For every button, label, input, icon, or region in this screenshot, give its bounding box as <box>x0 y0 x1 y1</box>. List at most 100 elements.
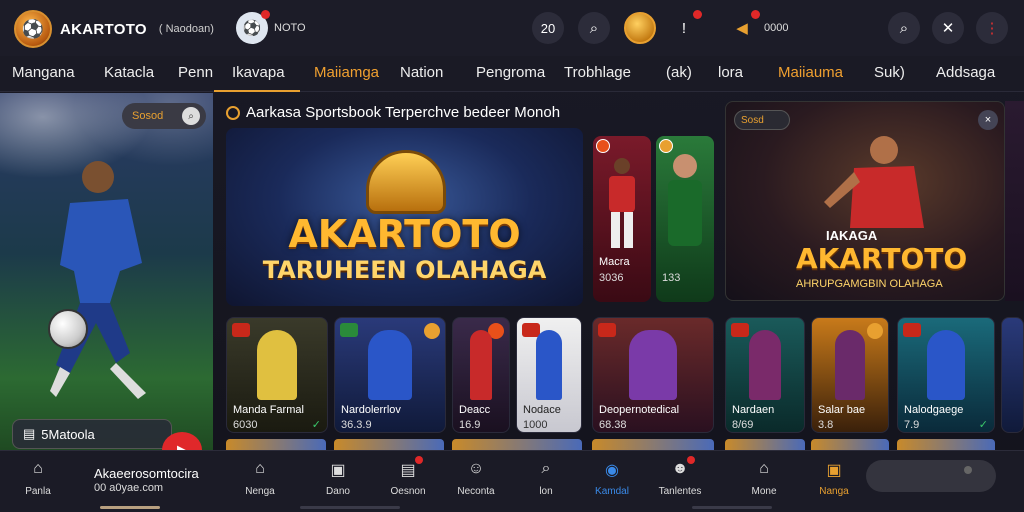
card-badge-icon <box>903 323 921 337</box>
arrow-icon: ◀ <box>726 10 760 44</box>
game-name: Nodace <box>523 404 561 416</box>
game-number: 6030 <box>233 419 258 431</box>
topbar-coin[interactable] <box>624 12 656 44</box>
player-illustration <box>834 330 866 400</box>
nav-item[interactable]: Mangana <box>12 64 75 81</box>
game-card[interactable]: Nodace 1000 <box>516 317 582 433</box>
game-card-partial[interactable] <box>1001 317 1024 433</box>
banner-tag[interactable]: Sosd <box>734 110 790 130</box>
game-card[interactable]: Deacc 16.9 <box>452 317 510 433</box>
game-card[interactable]: Nalodgaege 7.9 ✓ <box>897 317 995 433</box>
home-indicator <box>100 506 160 509</box>
matoola-label: 5Matoola <box>41 426 95 442</box>
player-illustration <box>536 330 562 400</box>
notification-dot <box>261 10 270 19</box>
topbar-balance[interactable]: ◀ 0000 <box>726 10 788 44</box>
topbar-search-2[interactable]: ⌕ <box>888 12 920 44</box>
topbar-count[interactable]: 20 <box>532 12 564 44</box>
nav-item[interactable]: Ikavapa <box>232 64 285 81</box>
game-card[interactable]: Nardaen 8/69 <box>725 317 805 433</box>
nav-item[interactable]: Katacla <box>104 64 154 81</box>
game-card[interactable]: Salar bae 3.8 <box>811 317 889 433</box>
shield-emblem-icon <box>366 150 446 214</box>
matoola-button[interactable]: ▤ 5Matoola <box>12 419 172 449</box>
top-bar: ⚽ AKARTOTO ( Naodoan) ⚽ NOTO 20 ⌕ ! ◀ 00… <box>0 0 1024 56</box>
game-number: 7.9 <box>904 419 920 431</box>
promo-line-2: 00 a0yae.com <box>94 482 164 494</box>
brand[interactable]: ⚽ AKARTOTO ( Naodoan) <box>14 10 214 48</box>
featured-card[interactable]: Macra 3036 <box>593 136 651 302</box>
nav-item[interactable]: Suk) <box>874 64 905 81</box>
nav-item-active[interactable]: Maiiamga <box>314 64 379 81</box>
bottom-nav-item-home[interactable]: ⌂ Panla <box>8 460 68 497</box>
bottom-nav-label: Panla <box>25 486 51 497</box>
nav-item[interactable]: Pengroma <box>476 64 545 81</box>
brand-name: AKARTOTO <box>60 20 147 38</box>
bottom-nav-item[interactable]: ⌂ Nenga <box>230 460 290 497</box>
card-badge-icon <box>232 323 250 337</box>
more-vertical-icon: ⋮ <box>976 12 1008 44</box>
gift-icon: ▣ <box>826 462 842 479</box>
banner-tag-label: Sosd <box>741 114 764 126</box>
topbar-close[interactable]: ✕ <box>932 12 964 44</box>
game-name: Nardaen <box>732 404 775 416</box>
player-illustration <box>50 161 146 399</box>
bottom-nav-item[interactable]: ▣ Nanga <box>804 460 864 497</box>
bottom-nav-label: Kamdal <box>595 486 629 497</box>
check-icon: ✓ <box>978 419 988 431</box>
game-card[interactable]: Manda Farmal 6030 ✓ <box>226 317 328 433</box>
close-icon[interactable]: × <box>978 110 998 130</box>
search-icon: ⌕ <box>182 107 200 125</box>
nav-item[interactable]: (ak) <box>666 64 692 81</box>
alert-icon: ! <box>668 10 702 44</box>
bottom-nav-label: Oesnon <box>390 486 426 497</box>
game-name: Deacc <box>459 404 491 416</box>
player-illustration <box>749 330 781 400</box>
game-number: 1000 <box>523 419 548 431</box>
topbar-menu[interactable]: ⋮ <box>976 12 1008 44</box>
game-name: Manda Farmal <box>233 404 304 416</box>
nav-item[interactable]: Penn <box>178 64 213 81</box>
bottom-nav-item[interactable]: ▣ Dano <box>308 460 368 497</box>
nav-item[interactable]: Trobhlage <box>564 64 631 81</box>
nav-item[interactable]: Nation <box>400 64 443 81</box>
bottom-nav-label: Neconta <box>457 486 495 497</box>
check-icon: ✓ <box>311 419 321 431</box>
topbar-search[interactable]: ⌕ <box>578 12 610 44</box>
bottom-pill[interactable] <box>866 460 996 492</box>
banner-subtitle: AHRUPGAMGBIN OLAHAGA <box>796 278 943 290</box>
player-illustration <box>469 330 493 400</box>
main-promo-banner[interactable]: AKARTOTO TARUHEEN OLAHAGA <box>226 128 583 306</box>
coin-icon <box>624 12 656 44</box>
nav-item[interactable]: lora <box>718 64 743 81</box>
store-icon: ⌂ <box>759 460 769 477</box>
bottom-nav-label: Tanlentes <box>658 486 702 497</box>
bottom-nav-item[interactable]: ☻ Tanlentes <box>650 456 710 497</box>
nav-item[interactable]: Addsaga <box>936 64 995 81</box>
nav-item[interactable]: Maiiauma <box>778 64 843 81</box>
receipt-icon: ▤ <box>397 456 423 480</box>
topbar-alert[interactable]: ! <box>668 10 702 44</box>
right-promo-banner[interactable]: Sosd × IAKAGA AKARTOTO AHRUPGAMGBIN OLAH… <box>725 101 1005 301</box>
bottom-nav-item[interactable]: ☺ Neconta <box>446 460 506 497</box>
bottom-nav-item[interactable]: ⌂ Mone <box>734 460 794 497</box>
brand-sub: ( Naodoan) <box>158 23 214 35</box>
bottom-nav-item[interactable]: ⌕ lon <box>516 460 576 497</box>
game-card[interactable]: Nardolerrlov 36.3.9 <box>334 317 446 433</box>
coin-icon <box>867 323 883 339</box>
promo-line-1[interactable]: Akaeerosomtocira <box>94 466 199 481</box>
left-hero-panel[interactable]: Sosod ⌕ ▤ 5Matoola <box>0 93 213 450</box>
player-illustration <box>368 330 412 400</box>
bottom-nav-item-active[interactable]: ◉ Kamdal <box>582 460 642 497</box>
topbar-sport-item[interactable]: ⚽ NOTO <box>236 10 306 44</box>
bottom-nav-item[interactable]: ▤ Oesnon <box>378 456 438 497</box>
game-card[interactable]: Deopernotedical 68.38 <box>592 317 714 433</box>
sport-icon: ⚽ <box>236 10 270 44</box>
left-search-pill[interactable]: Sosod ⌕ <box>122 103 206 129</box>
featured-card[interactable]: 133 <box>656 136 714 302</box>
coin-icon <box>424 323 440 339</box>
notification-dot <box>687 456 695 464</box>
home-icon: ⌂ <box>33 460 43 477</box>
notification-dot <box>693 10 702 19</box>
player-illustration <box>257 330 297 400</box>
